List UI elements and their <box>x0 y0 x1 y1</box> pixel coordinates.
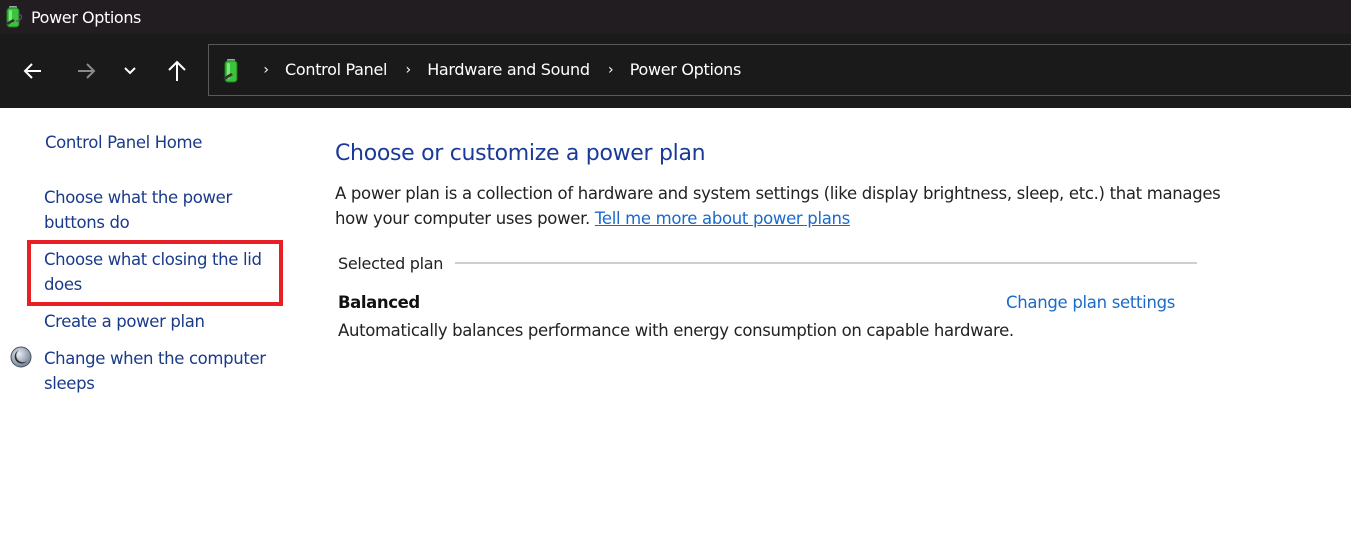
sidebar-item-create-power-plan[interactable]: Create a power plan <box>44 309 205 334</box>
title-bar: Power Options <box>0 0 1351 34</box>
page-title: Choose or customize a power plan <box>335 141 706 166</box>
sidebar-item-label: Choose what the power <box>44 188 232 207</box>
forward-button[interactable] <box>71 56 101 86</box>
control-panel-home-link[interactable]: Control Panel Home <box>45 130 202 155</box>
highlight-annotation-box <box>27 240 283 306</box>
arrow-left-icon <box>23 63 41 79</box>
breadcrumb-separator-icon[interactable]: › <box>255 62 277 78</box>
arrow-up-icon <box>168 60 186 81</box>
breadcrumb-separator-icon[interactable]: › <box>600 62 622 78</box>
change-plan-settings-link[interactable]: Change plan settings <box>1006 293 1175 312</box>
selected-plan-group-label: Selected plan <box>338 254 444 273</box>
up-button[interactable] <box>162 56 192 86</box>
window-title: Power Options <box>31 8 141 27</box>
sidebar-item-power-buttons[interactable]: Choose what the power buttons do <box>44 185 232 235</box>
sidebar-item-label: sleeps <box>44 374 95 393</box>
sidebar-item-label: buttons do <box>44 213 130 232</box>
chevron-down-icon <box>124 67 136 75</box>
page-description: A power plan is a collection of hardware… <box>335 181 1235 231</box>
description-text: how your computer uses power. <box>335 209 590 228</box>
arrow-right-icon <box>78 63 96 79</box>
sidebar-item-computer-sleeps[interactable]: Change when the computer sleeps <box>44 346 266 396</box>
plan-name: Balanced <box>338 293 420 312</box>
plan-description: Automatically balances performance with … <box>338 321 1014 340</box>
moon-sleep-icon <box>10 346 32 368</box>
breadcrumb-power-options[interactable]: Power Options <box>630 60 742 79</box>
breadcrumb: › Control Panel › Hardware and Sound › P… <box>255 60 751 79</box>
back-button[interactable] <box>18 56 48 86</box>
breadcrumb-separator-icon[interactable]: › <box>397 62 419 78</box>
group-divider <box>455 262 1197 264</box>
breadcrumb-control-panel[interactable]: Control Panel <box>285 60 387 79</box>
power-options-battery-icon <box>223 59 238 83</box>
address-bar[interactable]: › Control Panel › Hardware and Sound › P… <box>208 44 1351 96</box>
breadcrumb-hardware-and-sound[interactable]: Hardware and Sound <box>427 60 590 79</box>
recent-locations-button[interactable] <box>115 56 145 86</box>
power-options-battery-icon <box>6 6 23 28</box>
sidebar-item-label: Change when the computer <box>44 349 266 368</box>
navigation-bar: › Control Panel › Hardware and Sound › P… <box>0 34 1351 108</box>
learn-more-link[interactable]: Tell me more about power plans <box>595 209 850 228</box>
description-text: A power plan is a collection of hardware… <box>335 184 1221 203</box>
